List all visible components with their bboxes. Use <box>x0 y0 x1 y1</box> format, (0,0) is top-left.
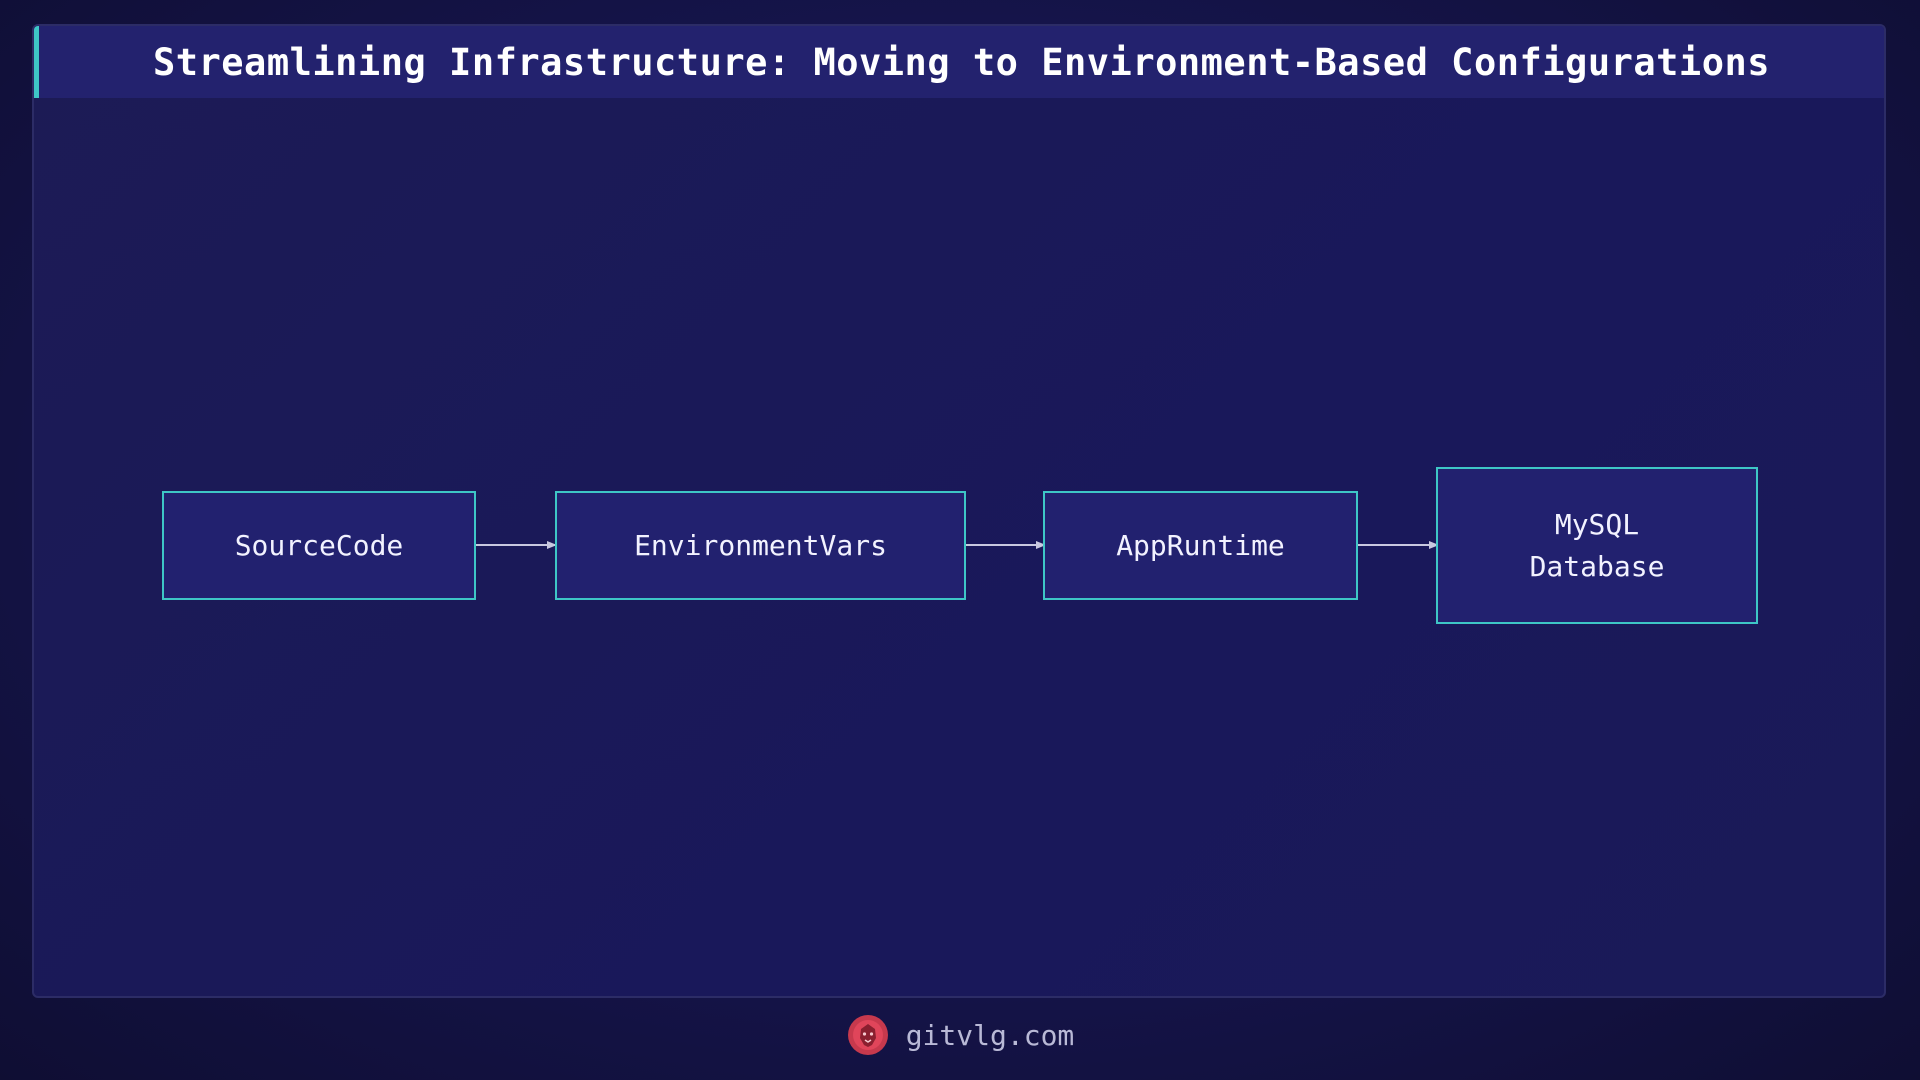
title-bar: Streamlining Infrastructure: Moving to E… <box>34 26 1884 98</box>
site-url[interactable]: gitvlg.com <box>906 1019 1075 1052</box>
lion-head-icon <box>847 1015 888 1055</box>
page: Streamlining Infrastructure: Moving to E… <box>0 0 1920 1080</box>
page-title: Streamlining Infrastructure: Moving to E… <box>152 40 1771 84</box>
diagram-panel: Streamlining Infrastructure: Moving to E… <box>32 24 1886 998</box>
footer: gitvlg.com <box>0 1010 1920 1060</box>
